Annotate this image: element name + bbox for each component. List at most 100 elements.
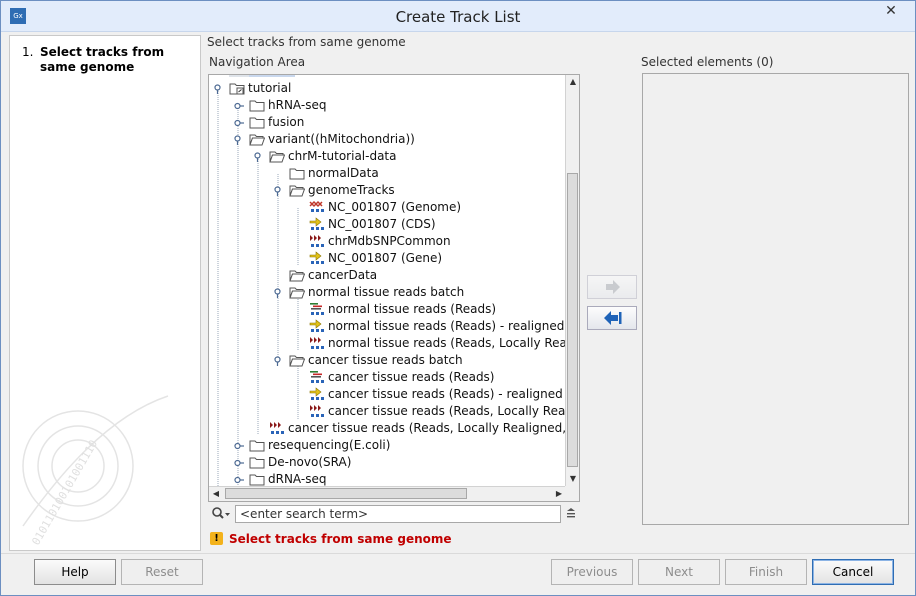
tree-item[interactable]: NC_001807 (Gene) [309, 250, 442, 267]
tree-item[interactable]: variant((hMitochondria)) [249, 131, 415, 148]
folder-open-icon [289, 268, 306, 282]
tree-item-label: variant((hMitochondria)) [268, 132, 415, 146]
tree-item-label: De-novo(SRA) [268, 455, 352, 469]
collapse-toggle-icon[interactable] [274, 185, 284, 196]
collapse-toggle-icon[interactable] [214, 83, 224, 94]
wizard-steps-panel: 1. Select tracks from same genome 010110… [9, 35, 201, 551]
tree-item-label: chrM-tutorial-data [288, 149, 397, 163]
variant-track-icon [309, 336, 325, 350]
search-options-icon[interactable] [565, 507, 577, 519]
horizontal-scroll-thumb[interactable] [225, 488, 467, 499]
tree-item-label: cancer tissue reads (Reads) [328, 370, 495, 384]
content-panel: Select tracks from same genome Navigatio… [201, 35, 913, 551]
add-to-selection-button[interactable] [587, 275, 637, 299]
horizontal-scrollbar[interactable]: ◀ ▶ [209, 486, 566, 501]
tree-item[interactable]: normal tissue reads (Reads, Locally Real… [309, 335, 566, 352]
tree-item[interactable]: cancer tissue reads (Reads) [309, 369, 495, 386]
tree-item[interactable]: dRNA-seq [249, 471, 326, 486]
vertical-scrollbar[interactable]: ▲ ▼ [565, 75, 579, 486]
tree-item[interactable]: fusion [249, 114, 304, 131]
scroll-left-icon[interactable]: ◀ [209, 487, 223, 501]
title-bar[interactable]: Gx Create Track List ✕ [1, 1, 915, 32]
search-input[interactable] [235, 505, 561, 523]
expand-toggle-icon[interactable] [234, 117, 244, 127]
cancel-button[interactable]: Cancel [812, 559, 894, 585]
reset-button[interactable]: Reset [121, 559, 203, 585]
collapse-toggle-icon[interactable] [274, 287, 284, 298]
expand-toggle-icon[interactable] [234, 457, 244, 467]
tree-item-label: hRNA-seq [268, 98, 327, 112]
tree-viewport[interactable]: tutorial hRNA-seq fusion variant((hMitochon… [209, 75, 566, 486]
expand-toggle-icon[interactable] [234, 100, 244, 110]
tree-item[interactable]: hRNA-seq [249, 97, 326, 114]
search-icon[interactable] [211, 506, 231, 522]
scroll-up-icon[interactable]: ▲ [566, 75, 579, 89]
tree-item-label: cancerData [308, 268, 378, 282]
help-button[interactable]: Help [34, 559, 116, 585]
tree-item[interactable]: normalData [289, 165, 379, 182]
finish-button[interactable]: Finish [725, 559, 807, 585]
button-bar: Help Reset Previous Next Finish Cancel [1, 553, 915, 595]
tree-item[interactable]: normal tissue reads (Reads) - realigned [309, 318, 564, 335]
dialog-window: Gx Create Track List ✕ 1. Select tracks … [0, 0, 916, 596]
reads-track-icon [309, 370, 325, 384]
navigation-tree[interactable]: tutorial hRNA-seq fusion variant((hMitochon… [208, 74, 580, 502]
expand-toggle-icon[interactable] [234, 474, 244, 484]
tree-item[interactable]: De-novo(SRA) [249, 454, 351, 471]
tree-item[interactable]: chrMdbSNPCommon [309, 233, 451, 250]
folder-open-icon [289, 285, 306, 299]
reads-track-icon [309, 302, 325, 316]
tree-item[interactable]: cancer tissue reads (Reads) - realigned … [309, 386, 566, 403]
tree-item-label: cancer tissue reads (Reads) - realigned … [328, 387, 566, 401]
tree-item[interactable]: cancer tissue reads (Reads, Locally Real… [309, 403, 566, 420]
tree-item[interactable]: chrM-tutorial-data [269, 148, 397, 165]
tree-item[interactable]: tutorial [229, 80, 291, 97]
tree-item[interactable]: genomeTracks [289, 182, 395, 199]
tree-item[interactable]: cancer tissue reads batch [289, 352, 463, 369]
collapse-toggle-icon[interactable] [234, 134, 244, 145]
next-button[interactable]: Next [638, 559, 720, 585]
search-row [209, 504, 581, 524]
tree-item[interactable]: cancerData [289, 267, 377, 284]
tree-item-label: normal tissue reads (Reads) - realigned [328, 319, 565, 333]
tree-item-label: normal tissue reads batch [308, 285, 465, 299]
tree-item[interactable]: resequencing(E.coli) [249, 437, 390, 454]
remove-from-selection-button[interactable] [587, 306, 637, 330]
folder-icon [249, 115, 265, 129]
close-button[interactable]: ✕ [873, 1, 909, 21]
genome-track-icon [309, 200, 325, 214]
selected-elements-label: Selected elements (0) [641, 55, 774, 69]
variant-track-icon [309, 404, 325, 418]
tree-item-label: NC_001807 (Gene) [328, 251, 443, 265]
window-title: Create Track List [395, 8, 521, 26]
validation-text: Select tracks from same genome [229, 532, 452, 546]
scroll-right-icon[interactable]: ▶ [552, 487, 566, 501]
arrow-right-icon [606, 280, 620, 294]
tree-item[interactable]: NC_001807 (Genome) [309, 199, 461, 216]
previous-button[interactable]: Previous [551, 559, 633, 585]
selected-elements-list[interactable] [642, 73, 909, 525]
folder-open-icon [289, 353, 306, 367]
folder-icon [249, 98, 265, 112]
variant-track-icon [309, 234, 325, 248]
vertical-scroll-thumb[interactable] [567, 173, 578, 467]
tree-item[interactable]: normal tissue reads (Reads) [309, 301, 496, 318]
scroll-down-icon[interactable]: ▼ [566, 472, 579, 486]
collapse-toggle-icon[interactable] [254, 151, 264, 162]
step-number: 1. [22, 45, 34, 59]
expand-toggle-icon[interactable] [234, 440, 244, 450]
tree-item-label: fusion [268, 115, 305, 129]
navigation-area-label: Navigation Area [209, 55, 306, 69]
arrow-left-icon [604, 311, 622, 325]
collapse-toggle-icon[interactable] [274, 355, 284, 366]
tree-item-label: chrMdbSNPCommon [328, 234, 451, 248]
step-label: Select tracks from same genome [40, 45, 165, 74]
tree-item-label: NC_001807 (CDS) [328, 217, 436, 231]
folder-data-icon [229, 81, 245, 95]
tree-item-label: dRNA-seq [268, 472, 327, 486]
tree-item[interactable]: cancer tissue reads (Reads, Locally Real… [269, 420, 566, 437]
annotation-track-icon [309, 386, 325, 401]
tree-item-label: cancer tissue reads batch [308, 353, 463, 367]
tree-item[interactable]: normal tissue reads batch [289, 284, 464, 301]
tree-item[interactable]: NC_001807 (CDS) [309, 216, 436, 233]
